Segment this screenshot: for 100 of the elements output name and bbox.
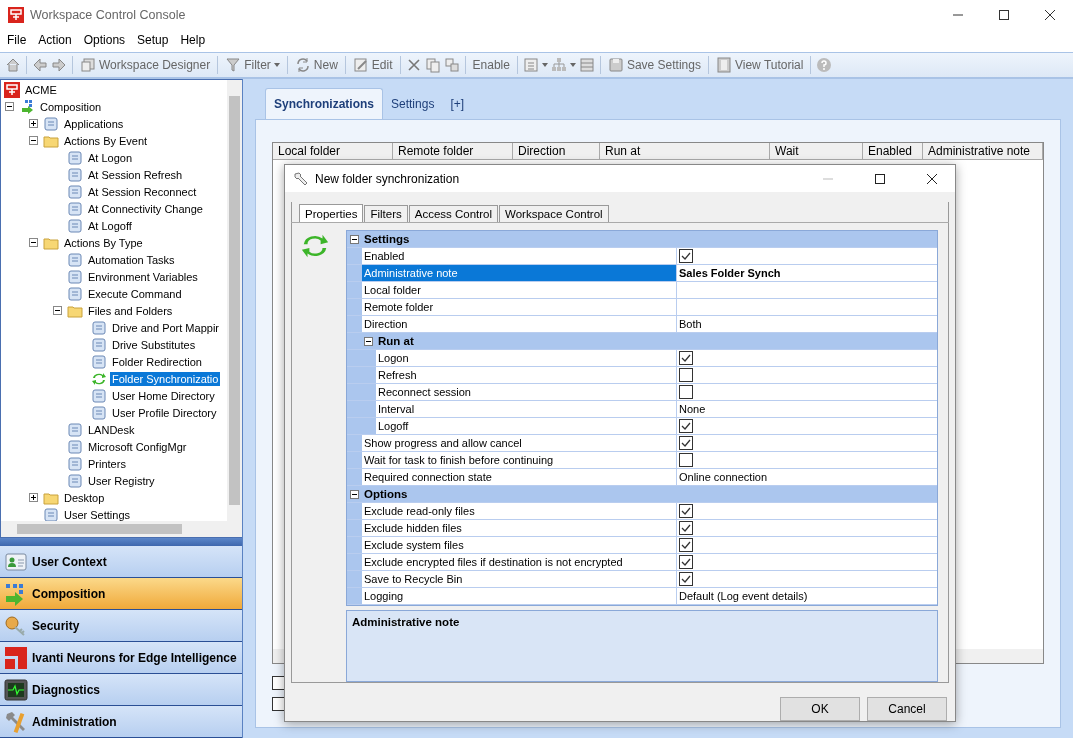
delete-icon[interactable] xyxy=(405,57,422,73)
toolbar-button[interactable]: Edit xyxy=(350,54,395,76)
maximize-icon[interactable] xyxy=(998,9,1010,21)
toolbar-button[interactable]: Filter xyxy=(223,54,282,76)
checkbox[interactable] xyxy=(679,419,693,433)
tree-item[interactable]: User Profile Directory xyxy=(110,405,219,420)
tree-item[interactable]: Files and Folders xyxy=(86,303,175,318)
collapse-icon[interactable] xyxy=(350,489,359,499)
column-header[interactable]: Local folder xyxy=(273,143,393,159)
checkbox[interactable] xyxy=(679,521,693,535)
expander-icon[interactable] xyxy=(29,119,38,128)
property-name[interactable]: Exclude encrypted files if destination is not encrypted xyxy=(362,554,677,570)
checkbox[interactable] xyxy=(679,453,693,467)
dialog-button[interactable]: OK xyxy=(780,697,860,721)
tree-item[interactable]: Applications xyxy=(62,116,126,131)
column-header[interactable]: Wait xyxy=(770,143,863,159)
toolbar-button[interactable]: Workspace Designer xyxy=(78,54,213,76)
property-name[interactable]: Enabled xyxy=(362,248,677,264)
tree-item[interactable]: Microsoft ConfigMgr xyxy=(86,439,189,454)
property-name[interactable]: Wait for task to finish before continuing xyxy=(362,452,677,468)
tree-item[interactable]: At Session Refresh xyxy=(86,167,185,182)
expander-icon[interactable] xyxy=(5,102,14,111)
checkbox[interactable] xyxy=(679,351,693,365)
tree-item[interactable]: Actions By Type xyxy=(62,235,145,250)
expander-icon[interactable] xyxy=(29,136,38,145)
tab[interactable]: Properties xyxy=(299,204,364,222)
tab[interactable]: Synchronizations xyxy=(265,88,383,119)
forward-arrow-icon[interactable] xyxy=(51,57,67,73)
checkbox[interactable] xyxy=(679,572,693,586)
tree-item[interactable]: Actions By Event xyxy=(62,133,150,148)
property-value[interactable]: None xyxy=(679,403,706,415)
tree-item[interactable]: Execute Command xyxy=(86,286,184,301)
tree-item[interactable]: Printers xyxy=(86,456,128,471)
column-header[interactable]: Remote folder xyxy=(393,143,513,159)
property-name[interactable]: Save to Recycle Bin xyxy=(362,571,677,587)
checkbox[interactable] xyxy=(679,385,693,399)
tree-item[interactable]: Drive Substitutes xyxy=(110,337,198,352)
vertical-scrollbar[interactable] xyxy=(227,80,242,521)
tree-item[interactable]: User Settings xyxy=(62,507,133,521)
property-name[interactable]: Reconnect session xyxy=(376,384,677,400)
tree-item[interactable]: At Logoff xyxy=(86,218,134,233)
menu-item[interactable]: Options xyxy=(78,33,131,47)
collapse-icon[interactable] xyxy=(364,336,373,346)
tab[interactable]: Filters xyxy=(364,205,408,222)
checkbox[interactable] xyxy=(679,504,693,518)
property-value[interactable]: Sales Folder Synch xyxy=(679,267,781,279)
dialog-button[interactable]: Cancel xyxy=(867,697,947,721)
tree-item[interactable]: Automation Tasks xyxy=(86,252,177,267)
menu-item[interactable]: File xyxy=(2,33,32,47)
tab[interactable]: [+] xyxy=(442,89,473,119)
property-name[interactable]: Exclude read-only files xyxy=(362,503,677,519)
menu-item[interactable]: Setup xyxy=(132,33,174,47)
nav-button[interactable]: Administration xyxy=(0,706,242,738)
toolbar-button[interactable]: View Tutorial xyxy=(713,54,806,76)
property-name[interactable]: Direction xyxy=(362,316,677,332)
tree-item[interactable]: Folder Redirection xyxy=(110,354,204,369)
checkbox[interactable] xyxy=(679,538,693,552)
nav-button[interactable]: Composition xyxy=(0,578,242,610)
property-name[interactable]: Logging xyxy=(362,588,677,604)
collapse-icon[interactable] xyxy=(350,234,359,244)
column-header[interactable]: Direction xyxy=(513,143,600,159)
nav-button[interactable]: Ivanti Neurons for Edge Intelligence xyxy=(0,642,242,674)
property-name[interactable]: Administrative note xyxy=(362,265,677,281)
tab[interactable]: Access Control xyxy=(408,205,499,222)
property-value[interactable]: Both xyxy=(679,318,702,330)
tree-item[interactable]: Environment Variables xyxy=(86,269,200,284)
tab[interactable]: Settings xyxy=(383,89,443,119)
home-icon[interactable] xyxy=(5,57,21,73)
checkbox[interactable] xyxy=(679,555,693,569)
tree-item[interactable]: LANDesk xyxy=(86,422,137,437)
toolbar-button[interactable]: New xyxy=(292,54,340,76)
tree-item[interactable]: At Connectivity Change xyxy=(86,201,205,216)
horizontal-scrollbar[interactable] xyxy=(1,521,242,537)
toolbar-button[interactable]: Save Settings xyxy=(605,54,703,76)
nav-button[interactable]: Security xyxy=(0,610,242,642)
property-name[interactable]: Logoff xyxy=(376,418,677,434)
close-icon[interactable] xyxy=(1044,9,1056,21)
tree-item[interactable]: Folder Synchronizatio xyxy=(110,371,221,386)
tree-item[interactable]: At Logon xyxy=(86,150,135,165)
nav-button[interactable]: User Context xyxy=(0,546,242,578)
expander-icon[interactable] xyxy=(29,493,38,502)
checkbox[interactable] xyxy=(679,249,693,263)
maximize-icon[interactable] xyxy=(874,172,886,185)
property-value[interactable]: Online connection xyxy=(679,471,768,483)
expander-icon[interactable] xyxy=(53,306,62,315)
property-name[interactable]: Show progress and allow cancel xyxy=(362,435,677,451)
tree-item[interactable]: Desktop xyxy=(62,490,107,505)
tab[interactable]: Workspace Control xyxy=(499,205,609,222)
expander-icon[interactable] xyxy=(29,238,38,247)
property-name[interactable]: Interval xyxy=(376,401,677,417)
splitter-handle[interactable] xyxy=(0,538,242,546)
caret-icon[interactable] xyxy=(541,63,548,67)
toolbar-button[interactable]: Enable xyxy=(470,54,512,76)
property-name[interactable]: Logon xyxy=(376,350,677,366)
menu-item[interactable]: Help xyxy=(175,33,211,47)
back-arrow-icon[interactable] xyxy=(32,57,48,73)
property-name[interactable]: Local folder xyxy=(362,282,677,298)
property-name[interactable]: Exclude hidden files xyxy=(362,520,677,536)
caret-icon[interactable] xyxy=(569,63,576,67)
property-value[interactable]: Default (Log event details) xyxy=(679,590,808,602)
